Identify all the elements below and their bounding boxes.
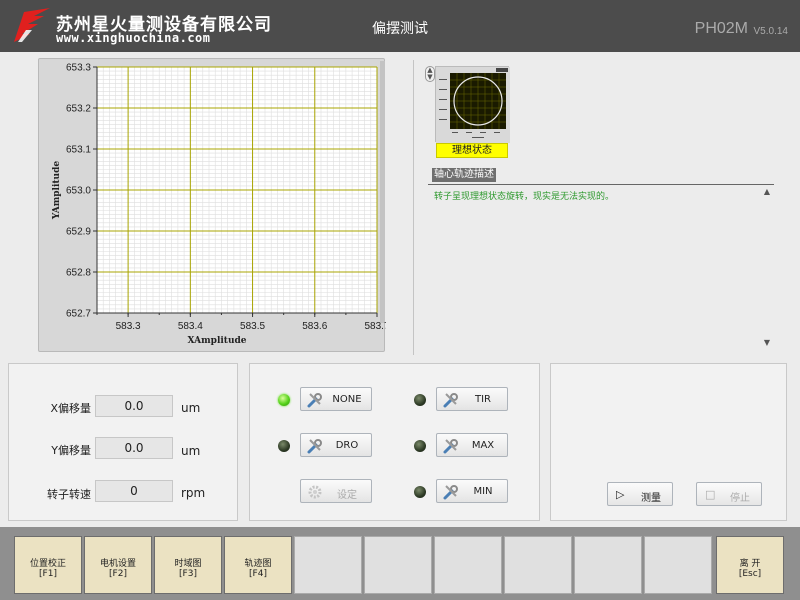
empty-key bbox=[644, 536, 712, 594]
time-domain-key[interactable]: 时域图 [F3] bbox=[154, 536, 222, 594]
empty-key bbox=[504, 536, 572, 594]
orbit-description-title: 轴心轨迹描述 bbox=[432, 168, 496, 182]
rotor-speed-value: 0 bbox=[95, 480, 173, 502]
setting-button[interactable]: 设定 bbox=[300, 479, 372, 503]
tools-icon bbox=[307, 439, 322, 454]
tools-icon bbox=[443, 393, 458, 408]
orbit-graph-svg: 653.3 653.2 653.1 653.0 652.9 652.8 652.7 583.3… bbox=[52, 61, 386, 346]
stop-button[interactable]: □ 停止 bbox=[696, 482, 762, 506]
x-offset-unit: um bbox=[181, 401, 201, 415]
empty-key bbox=[364, 536, 432, 594]
stop-icon: □ bbox=[705, 488, 716, 501]
min-button[interactable]: MIN bbox=[436, 479, 508, 503]
mode-panel: NONE DRO 设定 TIR MAX MIN bbox=[249, 363, 540, 521]
ideal-state-label[interactable]: 理想状态 bbox=[436, 143, 508, 158]
rotor-speed-unit: rpm bbox=[181, 486, 206, 500]
none-led-indicator bbox=[278, 394, 290, 406]
gear-icon bbox=[308, 485, 322, 499]
y-tick-label: 653.2 bbox=[66, 104, 91, 115]
y-tick-label: 653.1 bbox=[66, 145, 91, 156]
tools-icon bbox=[443, 485, 458, 500]
page-title: 偏摆测试 bbox=[372, 21, 428, 37]
graph-frame-edge bbox=[380, 61, 385, 323]
max-led-indicator bbox=[414, 440, 426, 452]
exit-key[interactable]: 离 开 [Esc] bbox=[716, 536, 784, 594]
action-panel: ▷ 测量 □ 停止 bbox=[550, 363, 787, 521]
x-offset-value: 0.0 bbox=[95, 395, 173, 417]
orbit-description-text: 转子呈现理想状态旋转，现实是无法实现的。 bbox=[434, 192, 615, 202]
dro-led-indicator bbox=[278, 440, 290, 452]
description-scrollbar[interactable]: ▲ ▼ bbox=[762, 187, 772, 349]
thumbnail-scroll-button[interactable]: ▲ ▼ bbox=[425, 66, 435, 82]
position-calibration-key[interactable]: 位置校正 [F1] bbox=[14, 536, 82, 594]
orbit-description-box[interactable]: 转子呈现理想状态旋转，现实是无法实现的。 ▲ ▼ bbox=[428, 184, 774, 350]
motor-settings-key[interactable]: 电机设置 [F2] bbox=[84, 536, 152, 594]
title-bar: 苏州星火量测设备有限公司 www.xinghuochina.com 偏摆测试 P… bbox=[0, 0, 800, 52]
readings-panel: X偏移量 0.0 um Y偏移量 0.0 um 转子转速 0 rpm bbox=[8, 363, 238, 521]
y-offset-unit: um bbox=[181, 444, 201, 458]
y-axis-label: YAmplitude bbox=[52, 161, 62, 220]
y-tick-label: 653.3 bbox=[66, 63, 91, 74]
y-offset-label: Y偏移量 bbox=[51, 444, 91, 457]
scroll-up-icon[interactable]: ▲ bbox=[764, 187, 770, 196]
none-button[interactable]: NONE bbox=[300, 387, 372, 411]
x-tick-label: 583.7 bbox=[364, 321, 386, 332]
tools-icon bbox=[307, 393, 322, 408]
panel-divider bbox=[413, 60, 414, 355]
empty-key bbox=[434, 536, 502, 594]
x-axis-label: XAmplitude bbox=[187, 336, 246, 346]
x-tick-label: 583.5 bbox=[240, 321, 265, 332]
orbit-graph: 653.3 653.2 653.1 653.0 652.9 652.8 652.7 583.3… bbox=[38, 58, 386, 352]
x-tick-label: 583.6 bbox=[302, 321, 327, 332]
y-tick-label: 652.8 bbox=[66, 268, 91, 279]
x-offset-label: X偏移量 bbox=[50, 402, 91, 415]
play-icon: ▷ bbox=[616, 488, 625, 501]
model-name: PH02M bbox=[694, 20, 748, 37]
orbit-plot-key[interactable]: 轨迹图 [F4] bbox=[224, 536, 292, 594]
ideal-orbit-preview-icon bbox=[436, 67, 510, 143]
ideal-orbit-thumbnail[interactable] bbox=[435, 66, 510, 143]
y-tick-label: 652.9 bbox=[66, 227, 91, 238]
measure-button[interactable]: ▷ 测量 bbox=[607, 482, 673, 506]
dro-button[interactable]: DRO bbox=[300, 433, 372, 457]
x-tick-label: 583.4 bbox=[178, 321, 203, 332]
tir-led-indicator bbox=[414, 394, 426, 406]
function-key-bar: 位置校正 [F1] 电机设置 [F2] 时域图 [F3] 轨迹图 [F4] 离 … bbox=[0, 527, 800, 600]
y-tick-label: 652.7 bbox=[66, 309, 91, 320]
y-tick-label: 653.0 bbox=[66, 186, 91, 197]
tir-button[interactable]: TIR bbox=[436, 387, 508, 411]
empty-key bbox=[574, 536, 642, 594]
x-tick-label: 583.3 bbox=[116, 321, 141, 332]
rotor-speed-label: 转子转速 bbox=[47, 488, 91, 501]
tools-icon bbox=[443, 439, 458, 454]
scroll-down-icon[interactable]: ▼ bbox=[764, 338, 770, 347]
version-label: V5.0.14 bbox=[753, 26, 788, 37]
y-offset-value: 0.0 bbox=[95, 437, 173, 459]
max-button[interactable]: MAX bbox=[436, 433, 508, 457]
min-led-indicator bbox=[414, 486, 426, 498]
empty-key bbox=[294, 536, 362, 594]
